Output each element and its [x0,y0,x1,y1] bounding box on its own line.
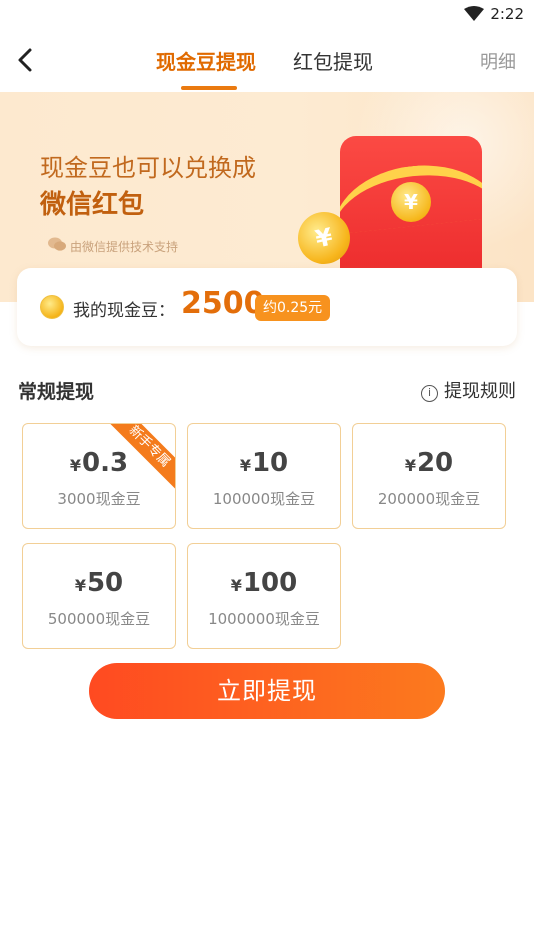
balance-card: 我的现金豆： 2500 约0.25元 [17,268,517,346]
currency-symbol: ¥ [230,576,242,595]
withdraw-option[interactable]: ¥20 200000现金豆 [352,423,506,529]
withdraw-rules-link[interactable]: i 提现规则 [421,377,516,403]
status-time: 2:22 [490,5,524,23]
status-bar: 2:22 [0,0,534,30]
option-amount: ¥20 [353,448,505,478]
tab-red-packet-withdraw[interactable]: 红包提现 [293,46,373,75]
banner-headline: 现金豆也可以兑换成 [40,154,256,182]
withdraw-option[interactable]: ¥10 100000现金豆 [187,423,341,529]
currency-symbol: ¥ [69,456,82,475]
option-amount-value: 100 [242,568,298,598]
wifi-icon [464,6,484,21]
option-amount-value: 0.3 [82,448,129,478]
back-arrow-icon[interactable] [12,44,40,76]
banner-note-text: 由微信提供技术支持 [70,240,179,254]
withdraw-option[interactable]: ¥0.3 3000现金豆 新手专属 [22,423,176,529]
currency-symbol: ¥ [74,576,86,595]
option-amount-value: 20 [416,448,454,478]
section-title: 常规提现 [18,381,95,403]
withdraw-option[interactable]: ¥50 500000现金豆 [22,543,176,649]
detail-link[interactable]: 明细 [480,48,516,74]
currency-symbol: ¥ [404,456,416,475]
balance-label: 我的现金豆： [73,301,175,321]
withdraw-option[interactable]: ¥100 1000000现金豆 [187,543,341,649]
option-bean-cost: 100000现金豆 [212,490,316,508]
active-tab-indicator [181,86,237,90]
banner-subheadline: 微信红包 [40,190,145,220]
red-packet-illustration: ¥ [340,136,482,286]
option-bean-cost: 3000现金豆 [57,490,141,508]
withdraw-now-button[interactable]: 立即提现 [89,663,445,719]
info-icon: i [421,385,438,402]
option-amount: ¥50 [23,568,175,598]
option-bean-cost: 200000现金豆 [377,490,481,508]
coin-icon: ¥ [391,182,431,222]
option-amount: ¥10 [188,448,340,478]
withdraw-rules-label: 提现规则 [444,381,516,402]
option-amount-value: 50 [86,568,124,598]
bean-coin-icon [40,295,64,319]
balance-value: 2500 [181,286,265,321]
option-amount: ¥100 [188,568,340,598]
banner-note: 由微信提供技术支持 [48,237,179,255]
option-bean-cost: 1000000现金豆 [208,610,320,628]
tab-cash-bean-withdraw[interactable]: 现金豆提现 [156,46,256,75]
wechat-icon [48,237,66,251]
top-nav: 现金豆提现 红包提现 明细 [0,30,534,92]
currency-symbol: ¥ [239,456,251,475]
option-amount-value: 10 [251,448,289,478]
option-bean-cost: 500000现金豆 [47,610,151,628]
balance-approx-badge: 约0.25元 [255,295,331,321]
